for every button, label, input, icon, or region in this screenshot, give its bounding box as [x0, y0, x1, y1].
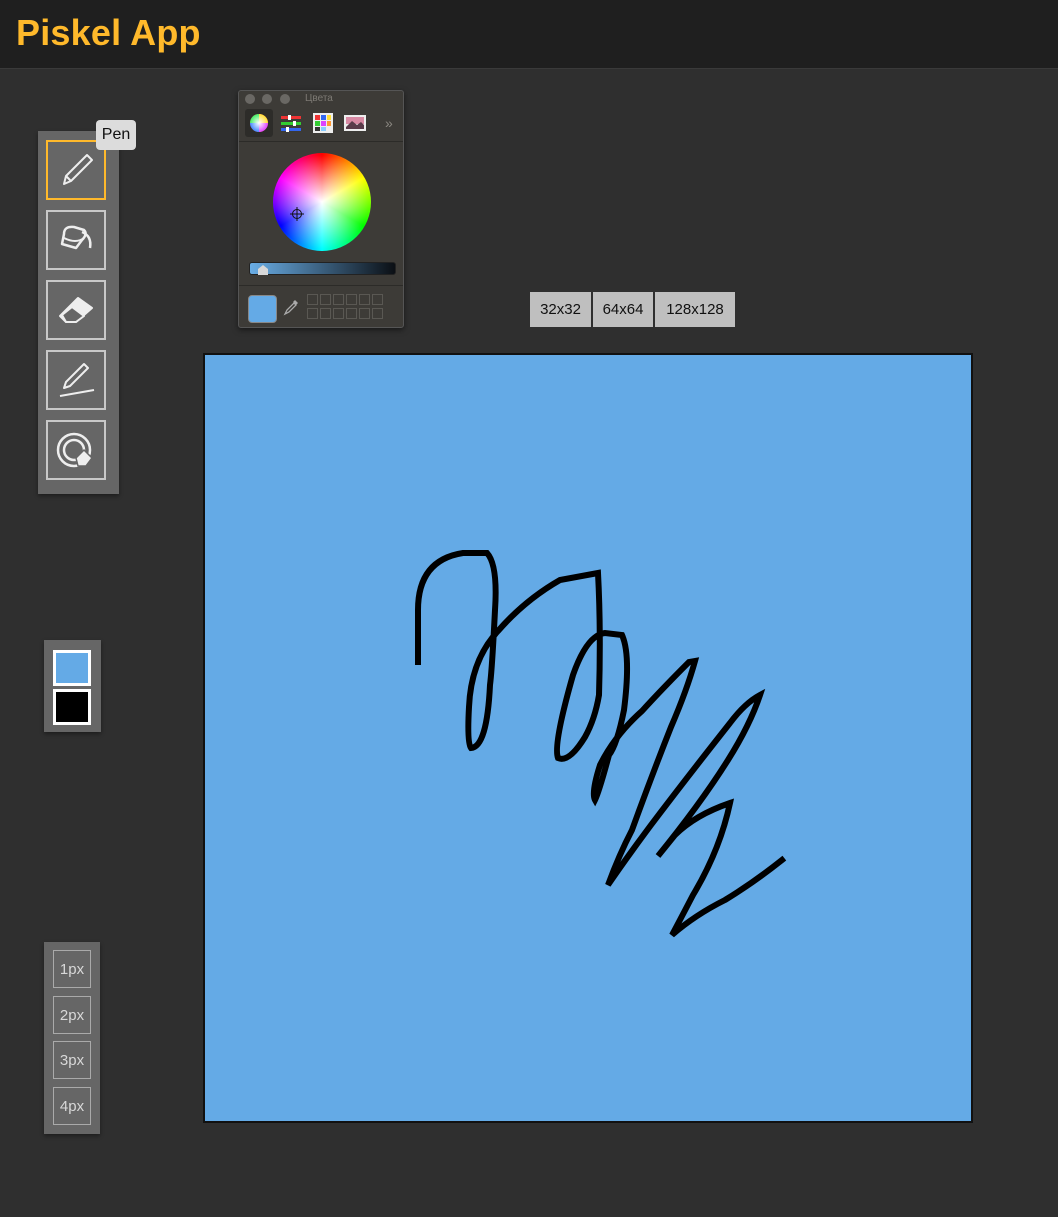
tool-panel	[38, 131, 119, 494]
paint-all-icon	[56, 432, 93, 468]
current-color-well[interactable]	[248, 295, 277, 323]
eraser-tool-button[interactable]	[46, 280, 106, 340]
canvas-size-32-button[interactable]: 32x32	[530, 292, 591, 327]
pen-size-3px-button[interactable]: 3px	[53, 1041, 91, 1079]
saved-color-slot[interactable]	[359, 308, 370, 319]
canvas-drawing	[415, 550, 787, 938]
app-title: Piskel App	[16, 12, 201, 53]
picker-title: Цвета	[305, 93, 333, 104]
tab-color-palettes[interactable]	[309, 109, 337, 137]
color-wheel-icon	[250, 114, 268, 132]
color-picker-window: Цвета »	[238, 90, 404, 328]
saved-colors-grid	[305, 294, 389, 322]
tab-color-sliders[interactable]	[277, 109, 305, 137]
picker-titlebar[interactable]: Цвета	[239, 91, 403, 107]
pen-size-1px-button[interactable]: 1px	[53, 950, 91, 988]
saved-color-slot[interactable]	[320, 294, 331, 305]
picker-tabs: »	[239, 107, 403, 142]
primary-color-swatch[interactable]	[53, 650, 91, 686]
saved-color-slot[interactable]	[307, 308, 318, 319]
image-palette-icon	[344, 115, 366, 131]
paint-bucket-tool-button[interactable]	[46, 210, 106, 270]
saved-color-slot[interactable]	[320, 308, 331, 319]
eraser-icon	[59, 297, 93, 323]
saved-color-slot[interactable]	[333, 294, 344, 305]
saved-color-slot[interactable]	[346, 308, 357, 319]
close-icon[interactable]	[245, 94, 255, 104]
app-header: Piskel App	[0, 0, 1058, 69]
pen-icon	[63, 154, 93, 185]
color-wheel[interactable]	[273, 153, 371, 251]
eyedropper-icon[interactable]	[283, 298, 299, 316]
saved-color-slot[interactable]	[372, 308, 383, 319]
saved-color-slot[interactable]	[307, 294, 318, 305]
pen-size-2px-button[interactable]: 2px	[53, 996, 91, 1034]
saved-color-slot[interactable]	[359, 294, 370, 305]
canvas-size-128-button[interactable]: 128x128	[655, 292, 735, 327]
more-tabs-icon[interactable]: »	[385, 115, 393, 131]
brightness-slider[interactable]	[249, 262, 396, 275]
canvas-size-64-button[interactable]: 64x64	[593, 292, 653, 327]
pen-size-4px-button[interactable]: 4px	[53, 1087, 91, 1125]
crosshair-icon	[290, 207, 304, 221]
minimize-icon[interactable]	[262, 94, 272, 104]
secondary-color-swatch[interactable]	[53, 689, 91, 725]
stroke-line-icon	[59, 363, 95, 397]
tool-tooltip: Pen	[96, 120, 136, 150]
paint-bucket-icon	[60, 225, 92, 250]
pen-stroke	[415, 550, 787, 938]
drawing-canvas[interactable]	[203, 353, 973, 1123]
saved-color-slot[interactable]	[372, 294, 383, 305]
color-palettes-icon	[313, 113, 333, 133]
tab-image-palette[interactable]	[341, 109, 369, 137]
color-sliders-icon	[281, 115, 301, 132]
paint-all-tool-button[interactable]	[46, 420, 106, 480]
saved-color-slot[interactable]	[346, 294, 357, 305]
stroke-tool-button[interactable]	[46, 350, 106, 410]
picker-bottom-bar	[239, 285, 403, 328]
pen-size-panel: 1px 2px 3px 4px	[44, 942, 100, 1134]
saved-color-slot[interactable]	[333, 308, 344, 319]
color-swatch-panel	[44, 640, 101, 732]
tab-color-wheel[interactable]	[245, 109, 273, 137]
zoom-icon[interactable]	[280, 94, 290, 104]
